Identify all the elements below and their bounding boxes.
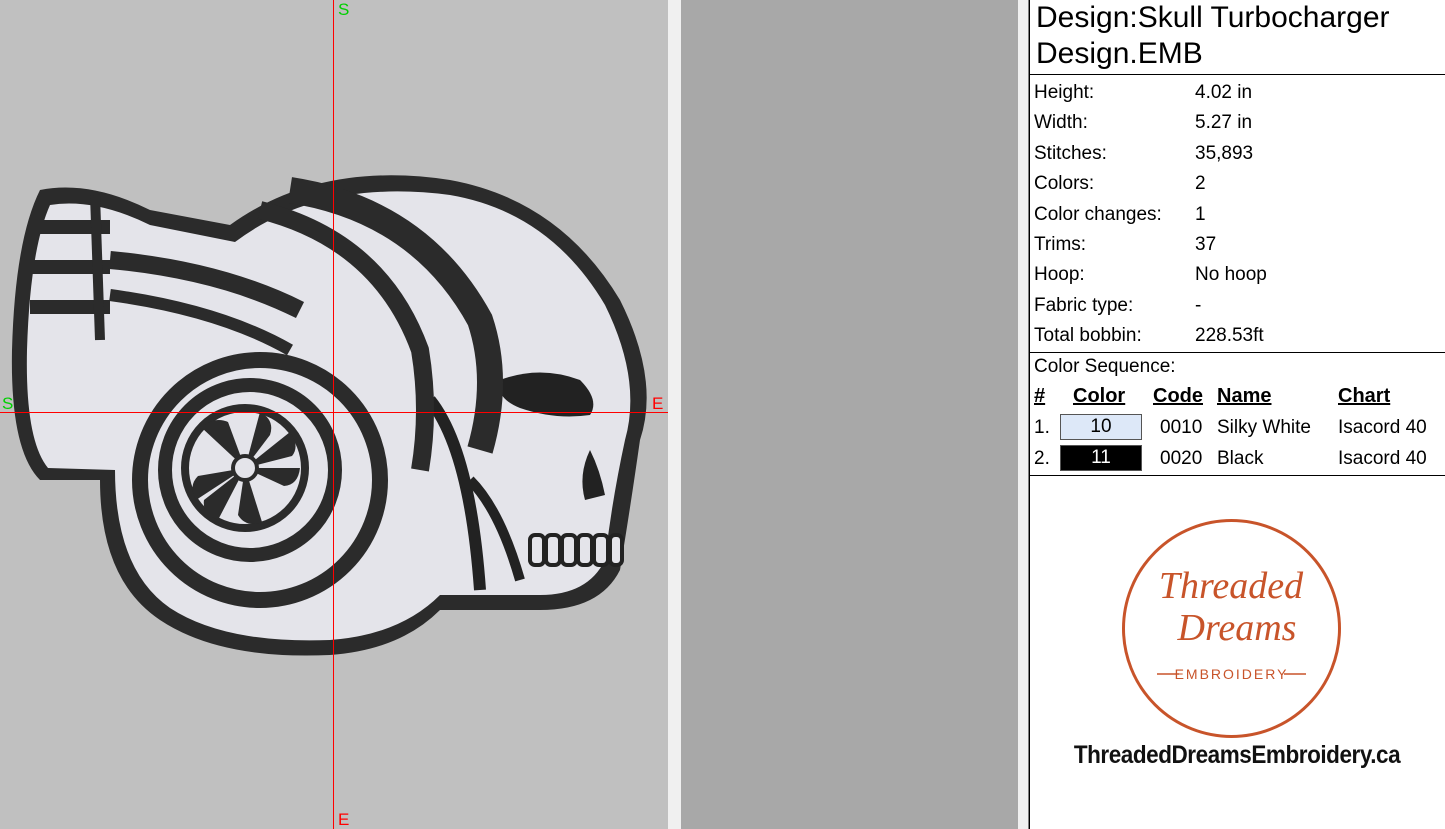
thread-chart: Isacord 40: [1338, 417, 1427, 438]
row-num: 1.: [1034, 417, 1050, 438]
property-row: Height: 4.02 in: [1029, 78, 1445, 108]
property-label: Colors:: [1034, 173, 1095, 195]
axis-label-right: E: [652, 394, 664, 413]
thread-chart: Isacord 40: [1338, 448, 1427, 469]
design-filename: Design.EMB: [1036, 37, 1203, 70]
color-swatch: 10: [1060, 414, 1142, 440]
horizontal-axis-line: [0, 412, 668, 413]
property-label: Trims:: [1034, 234, 1087, 255]
property-row: Colors: 2: [1029, 169, 1445, 199]
logo-line1: Threaded: [1159, 565, 1304, 607]
property-value: 37: [1195, 234, 1217, 255]
property-value: 2: [1195, 173, 1206, 195]
property-value: 5.27 in: [1195, 112, 1253, 134]
vertical-axis-line: [333, 0, 334, 829]
col-header-chart: Chart: [1338, 385, 1391, 407]
property-value: No hoop: [1195, 264, 1267, 286]
property-label: Width:: [1034, 112, 1088, 134]
property-row: Hoop: No hoop: [1029, 260, 1445, 290]
color-swatch: 11: [1060, 445, 1142, 471]
axis-label-bottom: E: [338, 810, 350, 829]
thread-name: Silky White: [1217, 417, 1311, 438]
divider: [1029, 352, 1445, 353]
property-value: 35,893: [1195, 142, 1254, 164]
property-value: 4.02 in: [1195, 82, 1253, 103]
thread-code: 0020: [1160, 448, 1203, 469]
panel-splitter[interactable]: [1018, 0, 1029, 829]
threaded-dreams-logo: Threaded Dreams EMBROIDERY: [1122, 519, 1341, 738]
property-row: Total bobbin: 228.53ft: [1029, 321, 1445, 351]
design-title: Design:Skull Turbocharger: [1036, 1, 1390, 34]
property-label: Hoop:: [1034, 264, 1085, 286]
row-num: 2.: [1034, 448, 1050, 469]
property-row: Stitches: 35,893: [1029, 139, 1445, 169]
property-value: 228.53ft: [1195, 325, 1264, 347]
property-row: Width: 5.27 in: [1029, 108, 1445, 138]
skull-turbocharger-design: [11, 175, 647, 656]
property-row: Color changes: 1: [1029, 200, 1445, 230]
logo-line3: EMBROIDERY: [1175, 666, 1289, 682]
col-header-color: Color: [1073, 385, 1126, 407]
design-info-panel: Design:Skull Turbocharger Design.EMB Hei…: [1029, 0, 1445, 829]
axis-label-top: S: [338, 0, 350, 19]
property-label: Stitches:: [1034, 142, 1107, 164]
property-label: Color changes:: [1034, 203, 1162, 225]
canvas-divider: [668, 0, 681, 829]
color-row: 1. 10 0010 Silky White Isacord 40: [1029, 413, 1445, 443]
color-row: 2. 11 0020 Black Isacord 40: [1029, 444, 1445, 474]
design-title-block: Design:Skull Turbocharger Design.EMB: [1029, 0, 1445, 75]
col-header-name: Name: [1217, 385, 1272, 407]
property-row: Fabric type: -: [1029, 291, 1445, 321]
design-canvas[interactable]: S S E E: [0, 0, 668, 829]
property-value: -: [1195, 294, 1202, 316]
property-label: Fabric type:: [1034, 294, 1134, 316]
col-header-code: Code: [1153, 385, 1203, 407]
thread-name: Black: [1217, 448, 1264, 469]
property-label: Height:: [1034, 82, 1095, 103]
property-row: Trims: 37: [1029, 230, 1445, 260]
axis-label-left: S: [2, 394, 14, 413]
divider: [1029, 475, 1445, 476]
website-url: ThreadedDreamsEmbroidery.ca: [1073, 741, 1401, 769]
property-value: 1: [1195, 203, 1206, 225]
property-label: Total bobbin:: [1034, 325, 1142, 347]
col-header-num: #: [1034, 385, 1046, 407]
color-sequence-title: Color Sequence:: [1034, 356, 1176, 377]
empty-workspace: [681, 0, 1018, 829]
logo-line2: Dreams: [1177, 607, 1297, 649]
thread-code: 0010: [1160, 417, 1203, 438]
